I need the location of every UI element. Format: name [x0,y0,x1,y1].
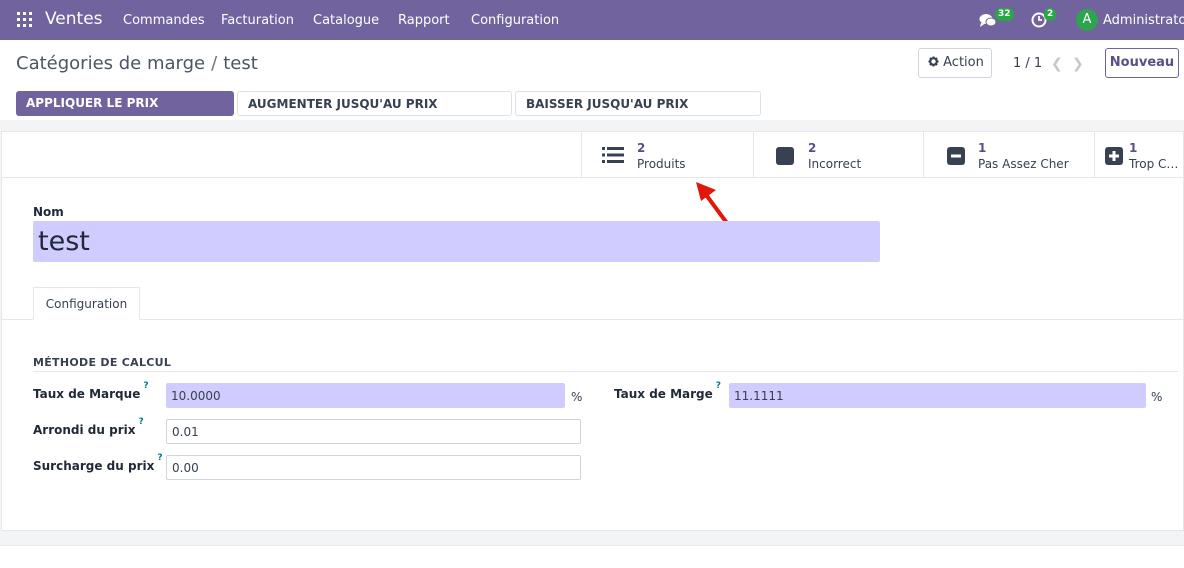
name-input[interactable] [33,221,880,262]
top-navbar: Ventes Commandes Facturation Catalogue R… [0,0,1184,40]
messages-count-badge: 32 [995,8,1014,21]
smart-button-count: 2 [808,141,817,155]
pager-previous-icon[interactable]: ❮ [1051,56,1063,72]
arrondi-input[interactable] [166,419,581,444]
smart-button-trop-cher[interactable]: 1 Trop C… [1094,132,1184,178]
menu-item-catalogue[interactable]: Catalogue [313,13,379,28]
app-name[interactable]: Ventes [45,9,103,29]
help-icon[interactable]: ? [138,417,143,427]
tab-configuration[interactable]: Configuration [33,287,140,320]
help-icon[interactable]: ? [143,381,148,391]
new-button[interactable]: Nouveau [1105,48,1179,78]
breadcrumb-parent[interactable]: Catégories de marge [16,53,205,74]
list-icon [602,147,624,163]
activities-button[interactable]: 2 [1030,8,1060,31]
menu-item-configuration[interactable]: Configuration [471,13,559,28]
activities-count-badge: 2 [1044,8,1057,21]
name-label: Nom [33,205,64,219]
taux-marge-unit: % [1151,390,1163,404]
menu-item-facturation[interactable]: Facturation [221,13,294,28]
minus-square-icon [947,147,965,165]
smart-button-label: Trop C… [1129,157,1179,171]
footer-divider [0,545,1184,546]
avatar[interactable]: A [1076,9,1098,31]
pager-value[interactable]: 1 / 1 [1013,56,1042,71]
smart-button-label: Pas Assez Cher [978,157,1069,171]
surcharge-input[interactable] [166,455,581,480]
action-label: Action [943,55,984,70]
menu-item-commandes[interactable]: Commandes [123,13,205,28]
smart-button-count: 2 [637,141,646,155]
square-icon [776,147,794,165]
action-button[interactable]: Action [918,48,992,78]
surcharge-label-text: Surcharge du prix [33,459,155,473]
gear-icon [928,56,939,67]
surcharge-label: Surcharge du prix? [33,453,163,473]
taux-marge-input[interactable] [729,383,1146,408]
taux-marque-unit: % [571,390,583,404]
increase-to-theoretical-price-button[interactable]: AUGMENTER JUSQU'AU PRIX THÉORIQUE [237,91,512,135]
breadcrumb-separator: / [211,53,218,74]
taux-marque-label: Taux de Marque? [33,381,149,401]
taux-marque-label-text: Taux de Marque [33,387,141,401]
decrease-to-theoretical-price-button[interactable]: BAISSER JUSQU'AU PRIX THÉORIQUE [515,91,761,135]
arrondi-label-text: Arrondi du prix [33,423,136,437]
apply-theoretical-price-button[interactable]: APPLIQUER LE PRIX THÉORIQUE [16,91,234,134]
taux-marge-label-text: Taux de Marge [614,387,713,401]
smart-button-count: 1 [1129,141,1138,155]
section-title: MÉTHODE DE CALCUL [33,356,172,369]
taux-marge-label: Taux de Marge? [614,381,721,401]
smart-button-produits[interactable]: 2 Produits [581,132,753,178]
apps-menu-icon[interactable] [17,12,32,27]
section-divider [33,371,1178,372]
smart-button-label: Produits [637,157,686,171]
arrondi-label: Arrondi du prix? [33,417,144,437]
messaging-button[interactable]: 32 [978,8,1014,31]
smart-button-box: 2 Produits 2 Incorrect 1 Pas Assez Cher [2,132,1184,178]
smart-button-pas-assez-cher[interactable]: 1 Pas Assez Cher [923,132,1094,178]
smart-button-count: 1 [978,141,987,155]
smart-button-incorrect[interactable]: 2 Incorrect [753,132,923,178]
tab-bar-divider [1,319,1184,320]
breadcrumb: Catégories de marge / test [16,53,258,74]
user-menu[interactable]: Administrator [1103,13,1184,28]
breadcrumb-current: test [223,53,258,74]
menu-item-rapport[interactable]: Rapport [398,13,450,28]
pager-next-icon[interactable]: ❯ [1072,56,1084,72]
plus-square-icon [1105,147,1123,165]
help-icon[interactable]: ? [716,381,721,391]
smart-button-label: Incorrect [808,157,862,171]
help-icon[interactable]: ? [157,453,162,463]
taux-marque-input[interactable] [166,383,565,408]
